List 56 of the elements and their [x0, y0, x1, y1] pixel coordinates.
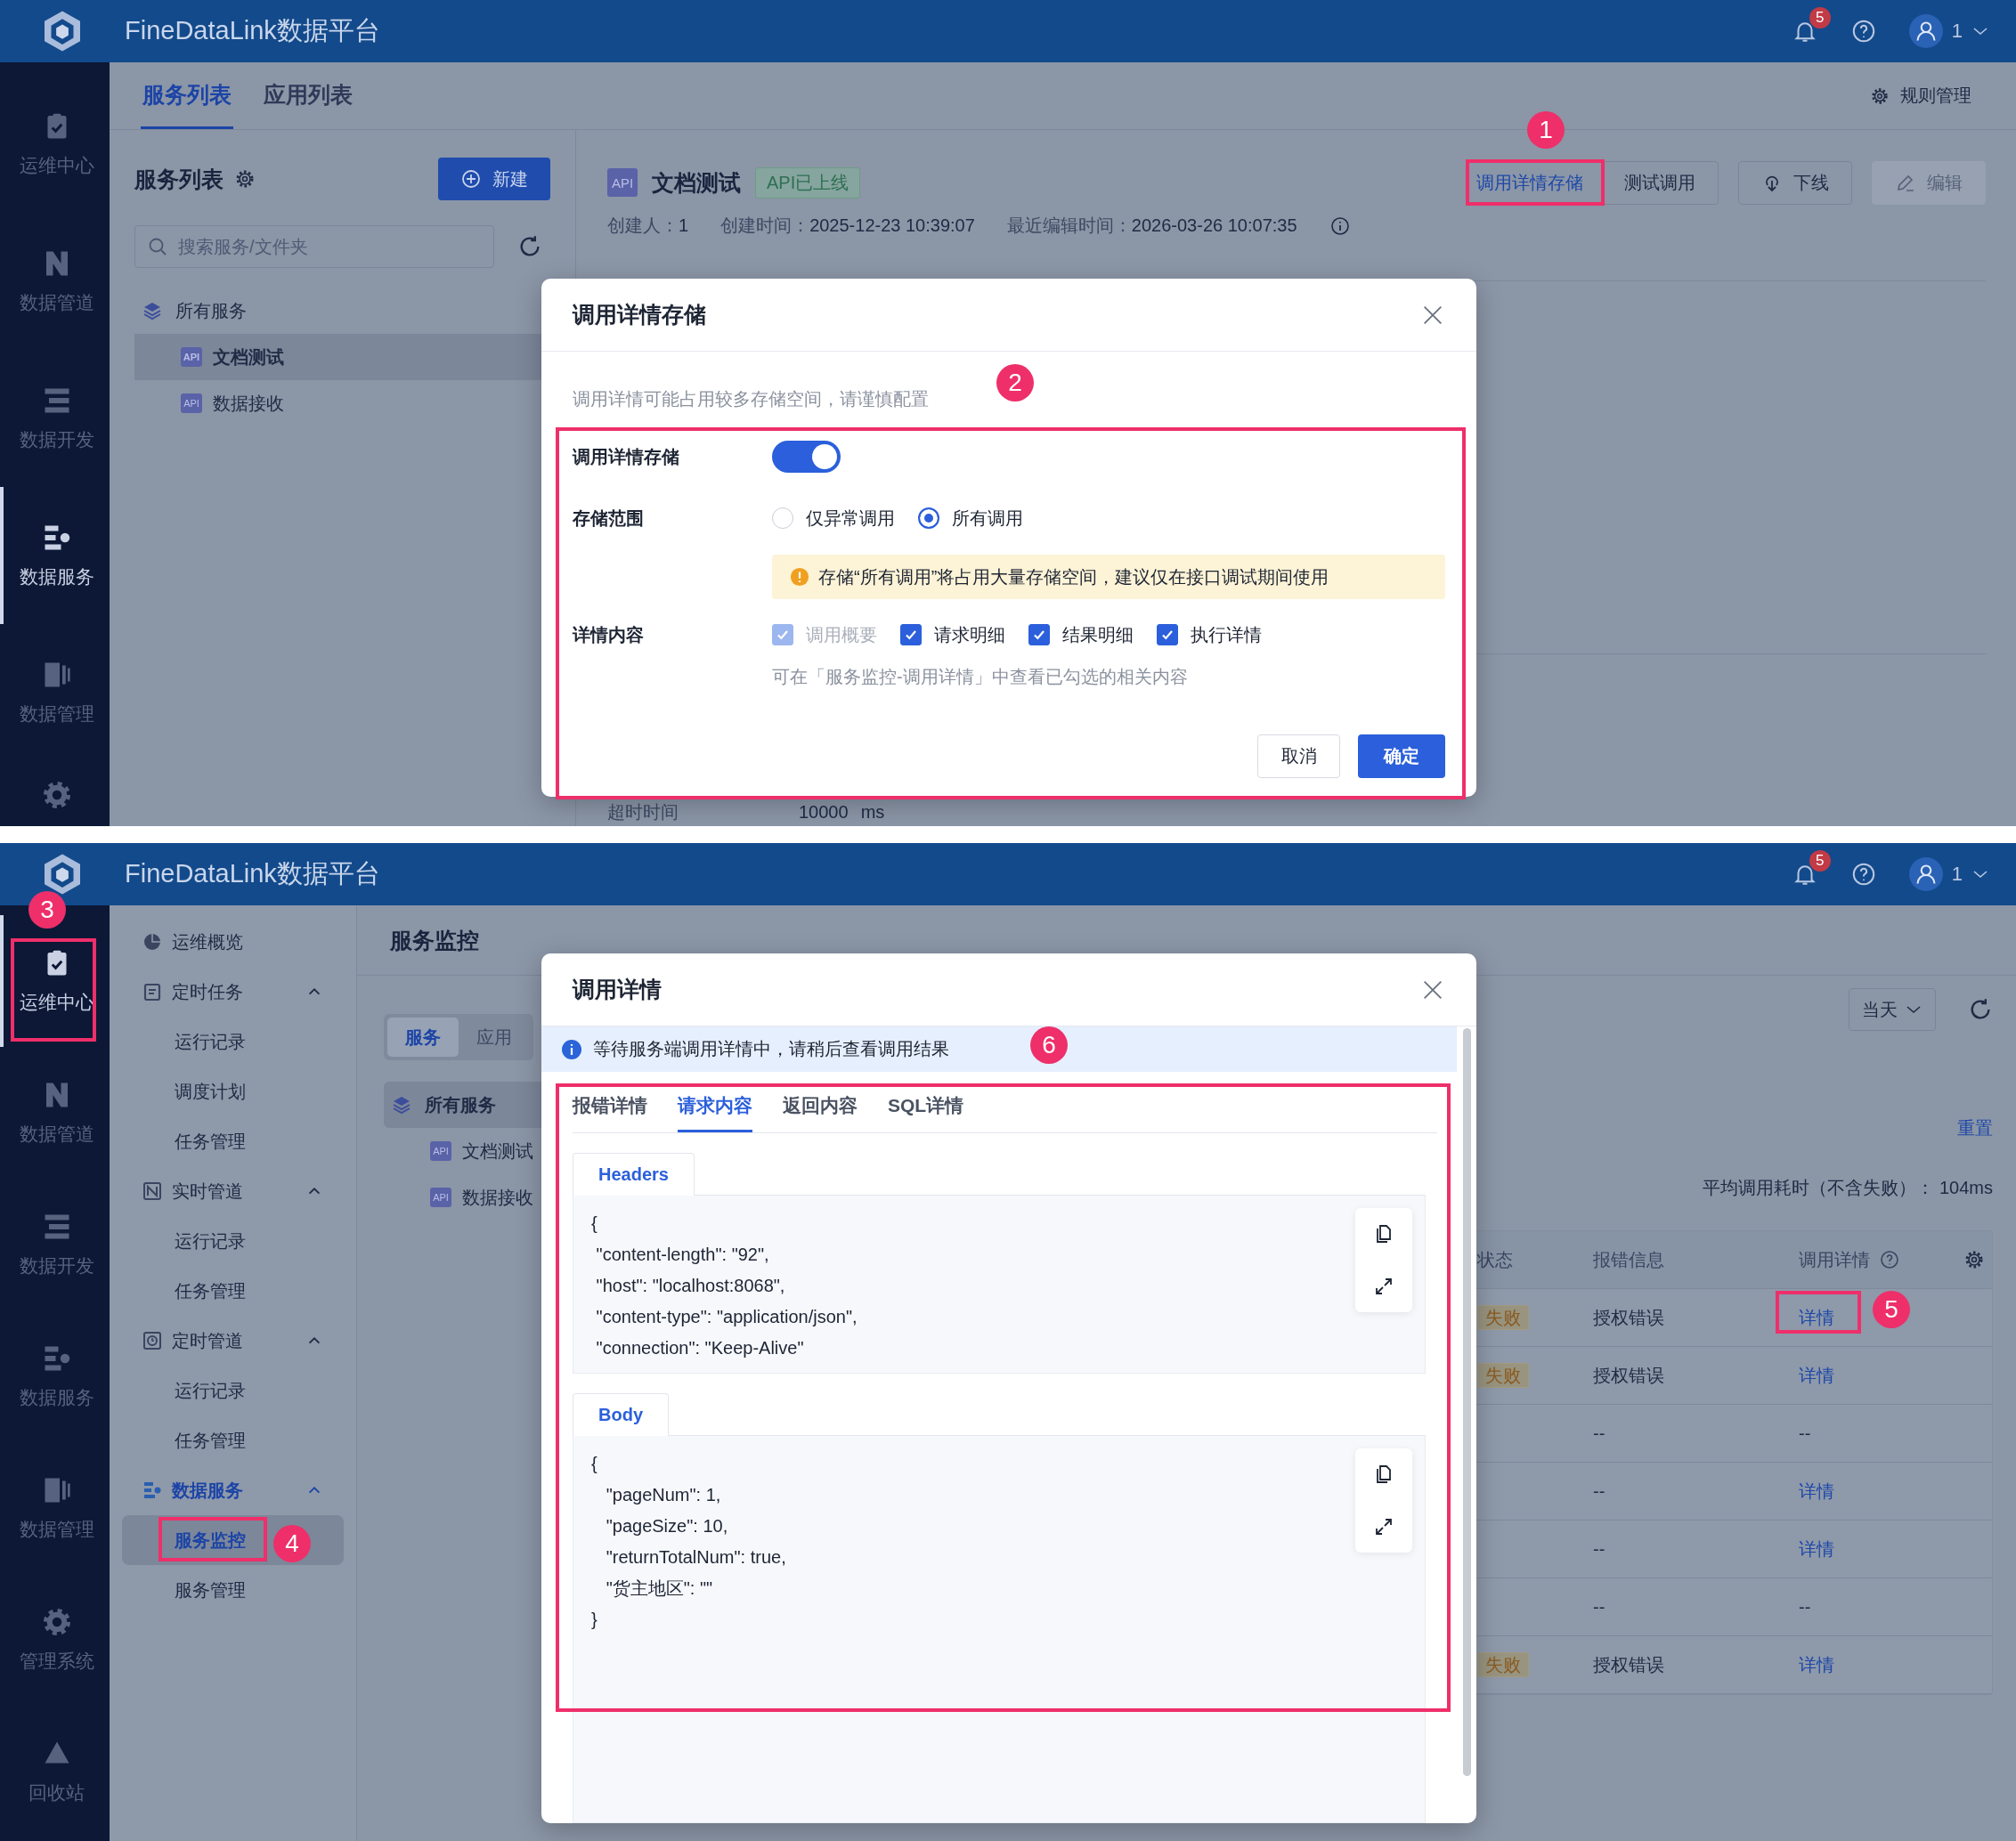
step-marker: 1: [1527, 111, 1565, 149]
service-name: 文档测试: [652, 168, 741, 197]
meta-text: 创建时间：2025-12-23 10:39:07: [720, 215, 975, 237]
page-title: 服务监控: [390, 926, 479, 954]
meta-text: 创建人：1: [607, 215, 689, 237]
table-cell: --: [1799, 1423, 1811, 1444]
api-icon: API: [607, 168, 638, 197]
column-header: 报错信息: [1593, 1248, 1665, 1271]
status-tag: 失败: [1477, 1304, 1529, 1330]
info-text: 等待服务端调用详情中，请稍后查看调用结果: [593, 1038, 949, 1060]
code-line: }: [591, 1609, 598, 1631]
panel-title: 服务列表: [134, 165, 224, 193]
dialog-title: 调用详情存储: [573, 301, 706, 328]
code-line: {: [591, 1453, 598, 1475]
code-line: "host": "localhost:8068",: [595, 1275, 786, 1297]
status-tag: API已上线: [755, 166, 861, 199]
notification-badge: 5: [1809, 7, 1831, 28]
code-line: "货主地区": "": [605, 1577, 714, 1600]
api-icon: API: [181, 393, 202, 413]
app-title: FineDataLink数据平台: [125, 15, 380, 46]
api-icon: API: [181, 347, 202, 367]
status-tag: 失败: [1477, 1651, 1529, 1677]
table-cell-text: --: [1593, 1480, 1606, 1502]
table-cell-text: 授权错误: [1593, 1653, 1665, 1676]
code-line: "content-length": "92",: [595, 1244, 770, 1266]
table-cell-text: --: [1593, 1596, 1606, 1618]
warning-text: 存储“所有调用”将占用大量存储空间，建议仅在接口调试期间使用: [818, 565, 1329, 588]
code-line: "pageSize": 10,: [605, 1515, 729, 1537]
field-label: 存储范围: [573, 507, 645, 530]
api-icon: API: [430, 1141, 451, 1161]
table-cell-text: --: [1593, 1538, 1606, 1560]
field-label: 详情内容: [573, 623, 645, 646]
code-line: "pageNum": 1,: [605, 1484, 722, 1506]
dialog-title: 调用详情: [573, 976, 662, 1003]
table-cell: --: [1799, 1596, 1811, 1618]
notification-badge: 5: [1809, 850, 1831, 872]
meta-text: 最近编辑时间：2026-03-26 10:07:35: [1006, 215, 1297, 237]
status-tag: 失败: [1477, 1362, 1529, 1388]
field-label: 调用详情存储: [573, 445, 680, 468]
column-header: 调用详情: [1799, 1248, 1870, 1271]
field-label: 超时时间: [607, 800, 679, 823]
code-line: "content-type": "application/json",: [595, 1306, 858, 1328]
unit-text: ms: [860, 801, 885, 823]
code-line: {: [591, 1212, 598, 1235]
hint-text: 可在「服务监控-调用详情」中查看已勾选的相关内容: [772, 666, 1189, 688]
code-line: "returnTotalNum": true,: [605, 1546, 786, 1569]
app-title: FineDataLink数据平台: [125, 858, 380, 889]
average-time-text: 平均调用耗时（不含失败）： 104ms: [1702, 1177, 1993, 1199]
column-header: 状态: [1477, 1248, 1514, 1271]
table-cell-text: 授权错误: [1593, 1364, 1665, 1387]
code-line: "connection": "Keep-Alive": [595, 1337, 805, 1359]
field-value: 10000: [799, 801, 849, 823]
hint-text: 调用详情可能占用较多存储空间，请谨慎配置: [573, 388, 930, 410]
api-icon: API: [430, 1188, 451, 1207]
table-cell-text: 授权错误: [1593, 1306, 1665, 1329]
table-cell-text: --: [1593, 1423, 1606, 1444]
